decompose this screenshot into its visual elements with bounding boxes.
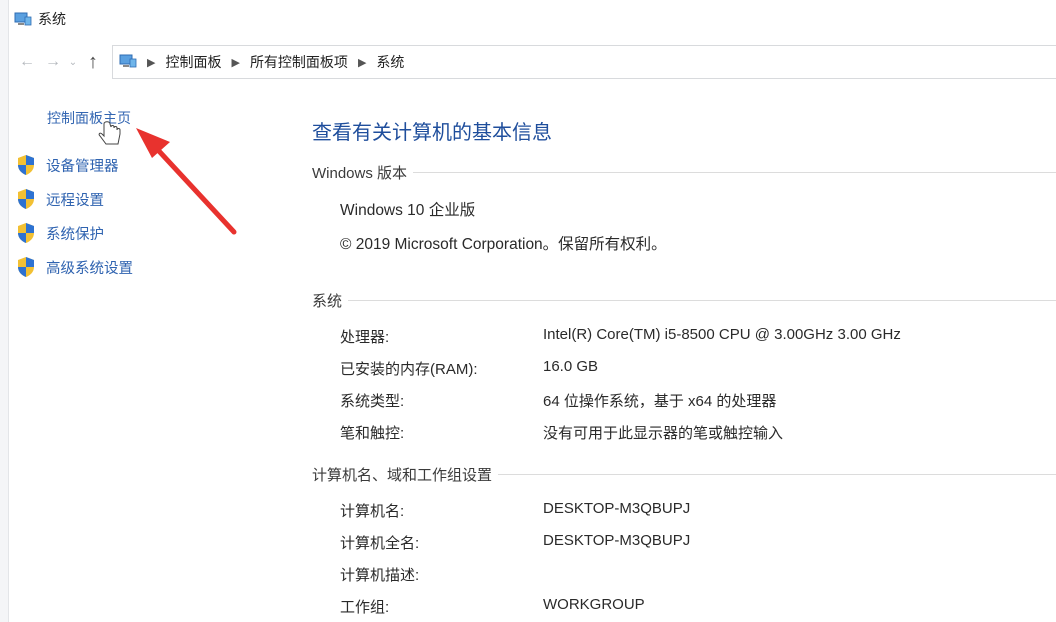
window-titlebar: 系统 [14,6,66,32]
info-label: 计算机描述: [340,567,420,584]
arrow-left-icon: ← [19,53,35,70]
info-label: 系统类型: [340,393,405,410]
info-label: 计算机名: [340,503,405,520]
sidebar-item-system-protection[interactable]: 系统保护 [16,222,104,244]
window-title: 系统 [38,11,66,27]
info-row-full-computer-name: 计算机全名: DESKTOP-M3QBUPJ [340,532,1056,553]
chevron-down-icon: ⌄ [68,56,78,68]
breadcrumb-item-all-items[interactable]: 所有控制面板项 [250,52,348,72]
copyright-text: © 2019 Microsoft Corporation。保留所有权利。 [340,236,667,253]
info-label: 计算机全名: [340,535,420,552]
arrow-right-icon: → [45,53,61,70]
shield-icon [16,256,36,278]
windows-edition-value: Windows 10 企业版 [340,202,476,219]
section-title: 计算机名、域和工作组设置 [312,467,493,484]
breadcrumb-separator-icon: ▶ [357,56,367,69]
section-divider [498,474,1056,475]
page-title: 查看有关计算机的基本信息 [312,122,552,144]
info-value: 没有可用于此显示器的笔或触控输入 [543,425,784,442]
section-windows-edition: Windows 版本 [312,162,1056,183]
info-label: 笔和触控: [340,425,405,442]
address-bar: ← → ⌄ ↑ ▶ 控制面板 ▶ 所有控制面板项 ▶ 系统 [14,44,1056,80]
annotation-arrow [98,121,237,235]
section-divider [348,300,1056,301]
section-computer-name: 计算机名、域和工作组设置 [312,464,1056,485]
info-value: Intel(R) Core(TM) i5-8500 CPU @ 3.00GHz … [543,326,901,343]
shield-icon [16,154,36,176]
arrow-up-icon: ↑ [88,50,98,73]
info-value: 64 位操作系统，基于 x64 的处理器 [543,393,777,410]
shield-icon [16,188,36,210]
back-button[interactable]: ← [14,49,40,75]
recent-locations-button[interactable]: ⌄ [66,49,80,75]
section-divider [413,172,1056,173]
hand-cursor-icon [98,121,121,145]
up-button[interactable]: ↑ [80,49,106,75]
breadcrumb-item-system[interactable]: 系统 [376,52,404,72]
info-row-system-type: 系统类型: 64 位操作系统，基于 x64 的处理器 [340,390,1056,411]
forward-button[interactable]: → [40,49,66,75]
info-row-ram: 已安装的内存(RAM): 16.0 GB [340,358,1056,379]
info-value: DESKTOP-M3QBUPJ [543,532,691,549]
section-title: 系统 [312,293,343,310]
info-row-pen-touch: 笔和触控: 没有可用于此显示器的笔或触控输入 [340,422,1056,443]
breadcrumb-item-control-panel[interactable]: 控制面板 [165,52,221,72]
info-value: WORKGROUP [543,596,645,613]
info-label: 处理器: [340,329,390,346]
sidebar-item-label: 高级系统设置 [46,260,133,277]
section-title: Windows 版本 [312,165,408,182]
sidebar-item-advanced-system-settings[interactable]: 高级系统设置 [16,256,133,278]
control-panel-icon [119,54,137,71]
section-system: 系统 [312,290,1056,311]
sidebar-item-remote-settings[interactable]: 远程设置 [16,188,104,210]
info-value: 16.0 GB [543,358,599,375]
info-value: DESKTOP-M3QBUPJ [543,500,691,517]
shield-icon [16,222,36,244]
info-label: 已安装的内存(RAM): [340,361,478,378]
info-label: 工作组: [340,599,390,616]
info-row-computer-name: 计算机名: DESKTOP-M3QBUPJ [340,500,1056,521]
info-row-processor: 处理器: Intel(R) Core(TM) i5-8500 CPU @ 3.0… [340,326,1056,347]
system-window-icon [14,12,32,26]
window-left-edge [0,0,9,622]
info-row-computer-description: 计算机描述: [340,564,1056,585]
info-row-workgroup: 工作组: WORKGROUP [340,596,1056,617]
breadcrumb-separator-icon: ▶ [147,56,156,69]
breadcrumb-separator-icon: ▶ [231,56,240,69]
breadcrumb[interactable]: ▶ 控制面板 ▶ 所有控制面板项 ▶ 系统 [112,45,1056,79]
